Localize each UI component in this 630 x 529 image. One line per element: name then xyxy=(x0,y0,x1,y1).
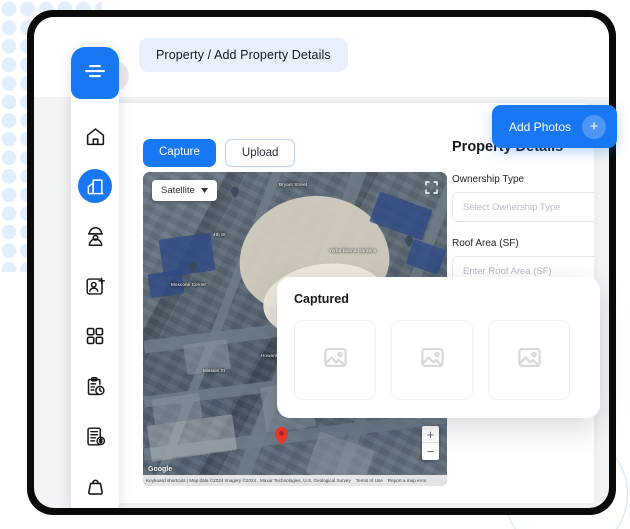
plus-icon: + xyxy=(582,114,607,139)
captured-photos-card: Captured xyxy=(277,277,600,418)
map-report-link[interactable]: Report a map error xyxy=(388,478,427,483)
map-type-label: Satellite xyxy=(161,185,195,196)
map-fullscreen-icon[interactable] xyxy=(425,181,438,194)
ownership-type-label: Ownership Type xyxy=(452,174,525,185)
hamburger-menu-icon xyxy=(85,64,105,83)
map-terms-link[interactable]: Terms of Use xyxy=(356,478,383,483)
map-poi-label: Mission St xyxy=(203,368,226,373)
building-chart-icon xyxy=(78,169,112,203)
map-zoom-out-button[interactable]: − xyxy=(422,443,439,460)
sidebar-item-property[interactable] xyxy=(71,161,119,211)
map-poi-label: 4th St xyxy=(213,232,226,237)
screenshot-root: Capture Upload Satellite Bryant Street M… xyxy=(0,0,630,529)
sidebar-nav xyxy=(71,111,119,508)
captured-thumbnail[interactable] xyxy=(488,320,570,400)
map-zoom-in-button[interactable]: + xyxy=(422,426,439,443)
roof-area-label: Roof Area (SF) xyxy=(452,238,519,249)
map-poi-label: Yerba Buena Gardens xyxy=(329,248,377,253)
captured-title: Captured xyxy=(294,292,349,306)
ownership-type-placeholder: Select Ownership Type xyxy=(463,201,561,213)
breadcrumb[interactable]: Property / Add Property Details xyxy=(139,38,348,72)
grid-apps-icon xyxy=(82,323,108,349)
sidebar-item-home[interactable] xyxy=(71,111,119,161)
home-icon xyxy=(82,123,108,149)
app-window: Capture Upload Satellite Bryant Street M… xyxy=(34,17,609,508)
roof-area-placeholder: Enter Roof Area (SF) xyxy=(463,265,552,277)
sidebar xyxy=(71,47,119,508)
sidebar-item-apps[interactable] xyxy=(71,311,119,361)
sidebar-item-workers[interactable] xyxy=(71,211,119,261)
invoice-dollar-icon xyxy=(82,423,108,449)
captured-thumbnail-list xyxy=(294,320,583,400)
tab-capture[interactable]: Capture xyxy=(143,139,216,167)
image-placeholder-icon xyxy=(322,344,349,376)
weight-icon xyxy=(82,473,108,499)
image-placeholder-icon xyxy=(516,344,543,376)
map-location-marker xyxy=(275,427,288,445)
add-photos-label: Add Photos xyxy=(509,119,572,134)
map-attribution-text: Keyboard shortcuts | Map data ©2024 Imag… xyxy=(146,478,351,483)
map-poi-marker xyxy=(231,185,239,198)
tab-upload[interactable]: Upload xyxy=(224,139,296,167)
sidebar-item-weight[interactable] xyxy=(71,461,119,508)
captured-thumbnail[interactable] xyxy=(294,320,376,400)
sidebar-item-add-user[interactable] xyxy=(71,261,119,311)
add-user-icon xyxy=(82,273,108,299)
map-poi-marker xyxy=(189,260,197,273)
captured-thumbnail[interactable] xyxy=(391,320,473,400)
capture-upload-tabs: Capture Upload xyxy=(143,139,296,167)
worker-helmet-icon xyxy=(82,223,108,249)
map-type-selector[interactable]: Satellite xyxy=(152,180,217,201)
ownership-type-select[interactable]: Select Ownership Type xyxy=(452,192,594,222)
sidebar-item-invoices[interactable] xyxy=(71,411,119,461)
google-logo: Google xyxy=(148,466,173,473)
add-photos-button[interactable]: Add Photos + xyxy=(492,105,618,148)
sidebar-toggle-button[interactable] xyxy=(71,47,119,99)
map-poi-label: Moscone Center xyxy=(171,282,207,287)
map-zoom-controls[interactable]: + − xyxy=(422,426,439,460)
map-poi-label: Bryant Street xyxy=(279,182,308,187)
clipboard-clock-icon xyxy=(82,373,108,399)
image-placeholder-icon xyxy=(419,344,446,376)
map-attribution-bar: Keyboard shortcuts | Map data ©2024 Imag… xyxy=(143,475,447,486)
chevron-down-icon xyxy=(200,185,208,196)
map-poi-marker xyxy=(405,234,413,247)
sidebar-item-schedule[interactable] xyxy=(71,361,119,411)
